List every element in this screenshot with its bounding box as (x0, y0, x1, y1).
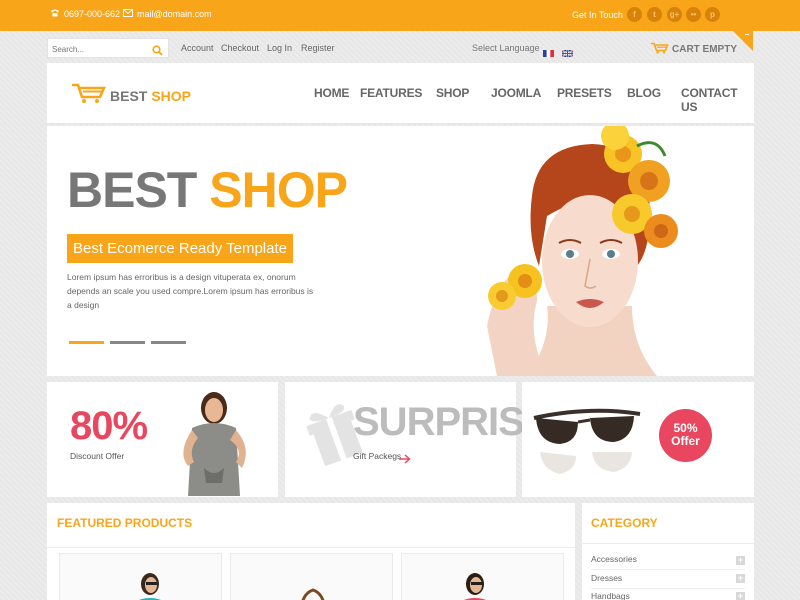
search-box (47, 38, 169, 61)
cart-icon (651, 42, 669, 57)
category-divider (582, 543, 754, 544)
french-flag-icon[interactable] (543, 44, 554, 57)
checkout-link[interactable]: Checkout (221, 43, 259, 53)
phone-number: 0697-000-662 (64, 9, 121, 19)
google-plus-icon[interactable]: g+ (667, 7, 682, 22)
category-separator (591, 569, 745, 570)
get-in-touch-label: Get In Touch (572, 10, 623, 20)
twitter-icon[interactable]: t (647, 7, 662, 22)
nav-blog[interactable]: BLOG (627, 86, 661, 100)
site-header: BEST SHOP HOME FEATURES SHOP JOOMLA PRES… (47, 63, 754, 124)
nav-joomla[interactable]: JOOMLA (491, 86, 541, 100)
hero-title-word-best: BEST (67, 162, 197, 218)
discount-promo[interactable]: 80% Discount Offer (47, 382, 278, 497)
facebook-icon[interactable]: f (627, 7, 642, 22)
hero-slider: BEST SHOP Best Ecomerce Ready Template L… (47, 126, 754, 376)
product-image (301, 588, 325, 600)
sunglasses-image (533, 408, 641, 474)
register-link[interactable]: Register (301, 43, 335, 53)
featured-divider (47, 547, 575, 548)
category-item-handbags[interactable]: Handbags (591, 591, 630, 600)
nav-contact-us[interactable]: CONTACT US (681, 86, 754, 114)
offer-word: Offer (671, 434, 700, 448)
category-item-accessories[interactable]: Accessories (591, 554, 637, 564)
mail-icon (123, 9, 133, 19)
surprise-title: SURPRISE (353, 400, 550, 444)
product-image (138, 573, 162, 600)
phone-contact: 0697-000-662 (50, 9, 120, 19)
category-title: CATEGORY (591, 516, 658, 530)
logo-word-shop: SHOP (151, 87, 192, 104)
flickr-icon[interactable]: •• (686, 7, 701, 22)
category-sidebar: CATEGORY Accessories + Dresses + Handbag… (582, 503, 754, 600)
gift-packages-link[interactable]: Gift Packegs (353, 451, 401, 461)
uk-flag-icon[interactable] (561, 44, 574, 58)
nav-home[interactable]: HOME (314, 86, 349, 100)
slide-indicator-3[interactable] (151, 341, 186, 344)
offer-badge: 50% Offer (659, 409, 712, 462)
slide-indicator-1[interactable] (69, 341, 104, 344)
product-card[interactable] (401, 553, 564, 600)
plus-icon[interactable]: + (736, 592, 745, 600)
cart-label: CART EMPTY (672, 44, 737, 55)
product-image (463, 573, 487, 600)
email-address: mail@domain.com (137, 9, 212, 19)
ribbon-mark (745, 34, 749, 35)
nav-presets[interactable]: PRESETS (557, 86, 612, 100)
account-link[interactable]: Account (181, 43, 214, 53)
arrow-right-icon (399, 451, 411, 469)
email-contact[interactable]: mail@domain.com (123, 9, 212, 19)
featured-products: FEATURED PRODUCTS (47, 503, 575, 600)
woman-model-image (183, 392, 246, 496)
login-link[interactable]: Log In (267, 43, 292, 53)
product-card[interactable] (59, 553, 222, 600)
surprise-promo[interactable]: SURPRISE Gift Packegs (285, 382, 550, 497)
category-item-dresses[interactable]: Dresses (591, 573, 622, 583)
hero-title-word-shop: SHOP (209, 162, 348, 218)
search-icon[interactable] (152, 43, 163, 61)
discount-label: Discount Offer (70, 451, 125, 461)
hero-title: BEST SHOP (67, 162, 348, 218)
select-language-label: Select Language (472, 43, 540, 53)
hero-description: Lorem ipsum has erroribus is a design vi… (67, 272, 314, 310)
nav-shop[interactable]: SHOP (436, 86, 469, 100)
nav-features[interactable]: FEATURES (360, 86, 422, 100)
plus-icon[interactable]: + (736, 574, 745, 583)
top-bar: 0697-000-662 mail@domain.com Get In Touc… (0, 0, 800, 31)
cart-logo-icon (72, 83, 107, 108)
featured-products-title: FEATURED PRODUCTS (57, 516, 193, 530)
pinterest-icon[interactable]: p (705, 7, 720, 22)
hero-model-image (487, 126, 678, 376)
slide-indicator-2[interactable] (110, 341, 145, 344)
site-logo[interactable]: BEST SHOP (72, 83, 191, 108)
plus-icon[interactable]: + (736, 556, 745, 565)
logo-word-best: BEST (110, 87, 148, 104)
sunglasses-promo[interactable]: 50% Offer (522, 382, 754, 497)
cart-button[interactable]: CART EMPTY (651, 42, 737, 57)
category-separator (591, 588, 745, 589)
hero-tagline: Best Ecomerce Ready Template (67, 234, 293, 263)
phone-icon (50, 9, 60, 19)
product-card[interactable] (230, 553, 393, 600)
discount-percent: 80% (70, 404, 148, 448)
search-input[interactable] (48, 40, 148, 59)
